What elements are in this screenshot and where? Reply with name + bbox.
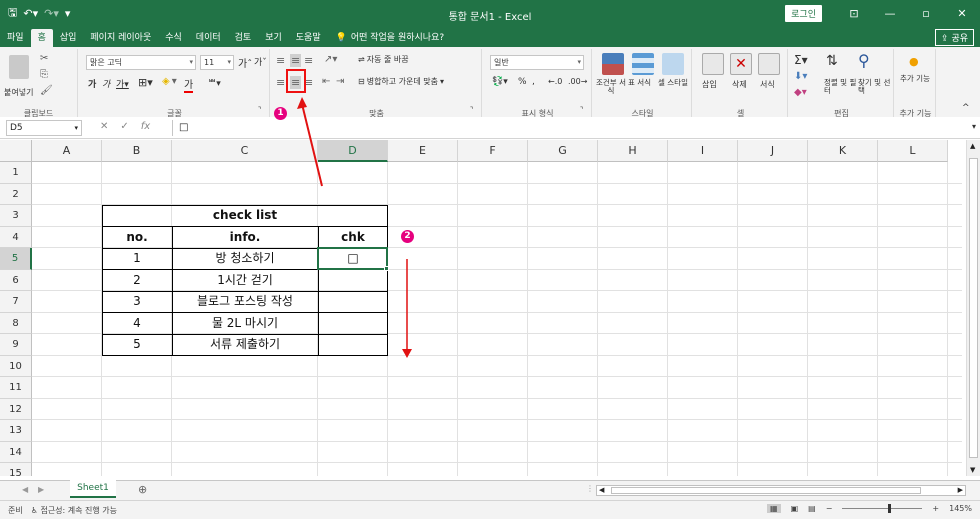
annotation-overlay: [297, 97, 412, 358]
annotation-arrow-to-align-center: [301, 103, 323, 187]
annotation-badge-1: 1: [274, 107, 287, 120]
annotation-arrow2-head: [402, 349, 412, 358]
annotation-arrow1-head: [297, 97, 307, 109]
annotation-badge-2: 2: [401, 230, 414, 243]
